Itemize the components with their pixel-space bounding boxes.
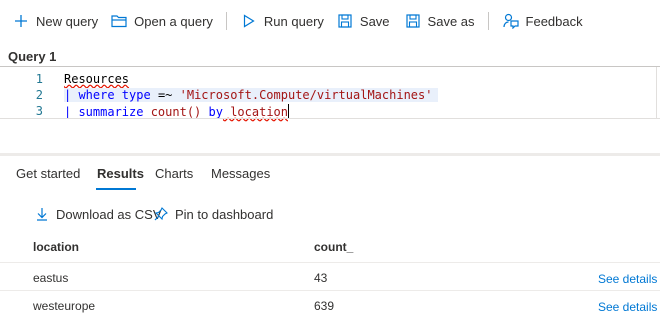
- toolbar-divider: [487, 12, 489, 30]
- download-csv-button[interactable]: Download as CSV: [34, 206, 162, 222]
- code-token-keyword: by: [201, 105, 223, 119]
- line-number: 2: [35, 88, 43, 102]
- code-line-3: | summarize count() by location: [64, 104, 289, 119]
- new-query-label: New query: [36, 13, 99, 29]
- save-button[interactable]: Save: [336, 0, 390, 42]
- run-query-label: Run query: [263, 13, 324, 29]
- code-token-operator: =~: [157, 88, 173, 102]
- run-query-button[interactable]: Run query: [240, 0, 324, 42]
- grid-header: location count_: [0, 232, 660, 260]
- column-header-count[interactable]: count_: [314, 240, 353, 254]
- code-token-function: count(): [143, 105, 202, 119]
- save-icon: [336, 12, 354, 30]
- editor-border: [656, 67, 657, 119]
- plus-icon: [12, 12, 30, 30]
- cell-count: 43: [314, 271, 328, 285]
- code-token-column: type: [114, 88, 158, 102]
- folder-open-icon: [110, 12, 128, 30]
- text-cursor: [288, 104, 289, 118]
- results-actions: Download as CSV Pin to dashboard: [0, 200, 660, 228]
- code-token-pipe: |: [64, 88, 79, 102]
- cell-location: eastus: [33, 271, 69, 285]
- cell-count: 639: [314, 299, 335, 313]
- toolbar-divider: [225, 12, 227, 30]
- resource-graph-explorer: New query Open a query Run query Save Sa…: [0, 0, 660, 324]
- play-icon: [240, 12, 258, 30]
- tab-results[interactable]: Results: [97, 166, 144, 181]
- save-as-icon: [404, 12, 422, 30]
- download-icon: [34, 206, 50, 222]
- tab-messages[interactable]: Messages: [211, 166, 270, 181]
- tab-get-started[interactable]: Get started: [16, 166, 80, 181]
- code-line-2: | where type =~ 'Microsoft.Compute/virtu…: [64, 88, 439, 102]
- code-token-keyword: where: [78, 88, 115, 102]
- toolbar: New query Open a query Run query Save Sa…: [0, 0, 660, 42]
- code-token-pipe: |: [64, 105, 79, 119]
- column-header-location[interactable]: location: [33, 240, 79, 254]
- open-query-button[interactable]: Open a query: [110, 0, 213, 42]
- tab-charts[interactable]: Charts: [155, 166, 193, 181]
- tab-query-1[interactable]: Query 1: [8, 49, 56, 64]
- pin-dashboard-button[interactable]: Pin to dashboard: [153, 206, 273, 222]
- active-tab-indicator: [96, 188, 136, 190]
- table-row[interactable]: eastus 43 See details: [0, 262, 660, 291]
- download-csv-label: Download as CSV: [56, 206, 162, 222]
- see-details-link[interactable]: See details: [598, 300, 657, 314]
- code-token-keyword: summarize: [78, 105, 144, 119]
- query-editor[interactable]: 1 2 3 Resources | where type =~ 'Microso…: [0, 67, 660, 153]
- results-tabs: Get started Results Charts Messages: [0, 156, 660, 192]
- code-token-column: location: [222, 105, 288, 119]
- save-label: Save: [359, 13, 390, 29]
- save-as-button[interactable]: Save as: [404, 0, 475, 42]
- feedback-button[interactable]: Feedback: [502, 0, 583, 42]
- new-query-button[interactable]: New query: [12, 0, 98, 42]
- open-query-label: Open a query: [134, 13, 213, 29]
- code-line-1: Resources: [64, 72, 129, 86]
- pin-dashboard-label: Pin to dashboard: [175, 206, 274, 222]
- table-row[interactable]: westeurope 639 See details: [0, 290, 660, 319]
- save-as-label: Save as: [427, 13, 475, 29]
- see-details-link[interactable]: See details: [598, 272, 657, 286]
- line-number: 1: [35, 72, 43, 86]
- code-token-table: Resources: [64, 72, 130, 86]
- cell-location: westeurope: [33, 299, 96, 313]
- code-token-string: 'Microsoft.Compute/virtualMachines': [172, 88, 433, 102]
- line-number: 3: [35, 104, 43, 118]
- feedback-label: Feedback: [525, 13, 583, 29]
- feedback-icon: [502, 12, 520, 30]
- editor-border: [0, 118, 660, 119]
- pin-icon: [153, 206, 169, 222]
